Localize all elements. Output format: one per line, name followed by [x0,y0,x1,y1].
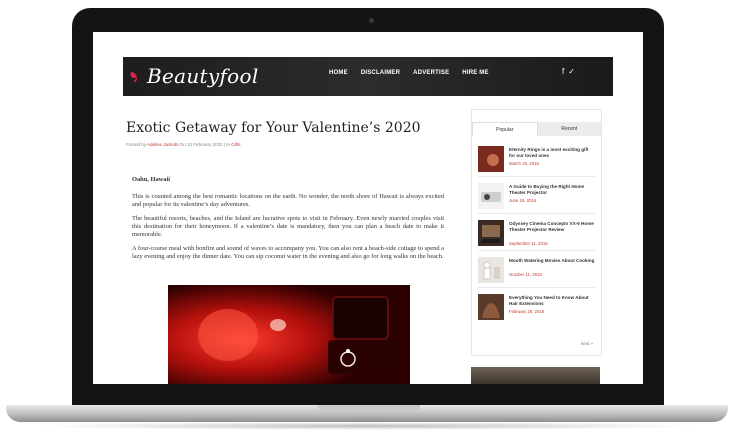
ring-box-image [168,285,410,384]
paragraph: The beautiful resorts, beaches, and the … [132,215,444,238]
webcam [369,18,374,23]
list-item[interactable]: Eternity Rings is a most exciting gift f… [478,144,596,177]
facebook-icon[interactable]: f [562,67,564,76]
tab-popular[interactable]: Popular [472,122,538,136]
browser-screen: Beautyfool HOME DISCLAIMER ADVERTISE HIR… [93,32,643,384]
meta-prefix: Posted by [126,142,148,147]
post-date: March 19, 2016 [509,161,539,166]
list-item[interactable]: Everything You Need to Know About Hair E… [478,292,596,324]
post-thumbnail [478,183,504,209]
nav-home[interactable]: HOME [329,70,348,76]
article-title: Exotic Getaway for Your Valentine’s 2020 [126,120,421,136]
post-thumbnail [478,257,504,283]
butterfly-logo-icon [130,72,137,83]
post-date: October 11, 2016 [509,272,542,277]
post-title[interactable]: Mouth Watering Movies About Cooking [509,258,595,264]
post-title[interactable]: Eternity Rings is a most exciting gift f… [509,147,595,159]
article-meta: Posted by Adeline Jackobi On 10 February… [126,142,450,147]
article-body: Oahu, Hawaii This is counted among the b… [132,176,444,267]
twitter-icon[interactable]: ✓ [568,67,575,76]
laptop-notch [318,405,420,412]
list-item[interactable]: Odyssey Cinema Concepts VX-9 Home Theate… [478,218,596,251]
article-header: Exotic Getaway for Your Valentine’s 2020… [126,120,450,147]
meta-author[interactable]: Adeline Jackobi [147,142,179,147]
post-date: September 11, 2016 [509,241,548,246]
section-heading: Oahu, Hawaii [132,176,170,183]
post-title[interactable]: Odyssey Cinema Concepts VX-9 Home Theate… [509,221,595,233]
next-link[interactable]: next » [581,341,593,346]
nav-hire-me[interactable]: HIRE ME [462,70,488,76]
sidebar-tabs: Popular Recent [472,122,601,136]
post-title[interactable]: Everything You Need to Know About Hair E… [509,295,595,307]
paragraph: This is counted among the best romantic … [132,193,444,208]
list-item[interactable]: Mouth Watering Movies About Cooking Octo… [478,255,596,288]
meta-category[interactable]: Gifts [231,142,240,147]
logo-text: Beautyfool [147,64,259,88]
post-thumbnail [478,294,504,320]
list-item[interactable]: A Guide to Buying the Right Home Theater… [478,181,596,214]
post-date: February 26, 2016 [509,309,545,314]
site-header: Beautyfool HOME DISCLAIMER ADVERTISE HIR… [123,57,613,96]
sidebar-banner-image[interactable] [471,367,600,384]
post-title[interactable]: A Guide to Buying the Right Home Theater… [509,184,595,196]
sidebar-widget: Popular Recent Eternity Rings is a most … [471,109,602,356]
site-logo[interactable]: Beautyfool [129,62,259,90]
post-date: June 18, 2016 [509,198,537,203]
paragraph: A four-course meal with bonfire and soun… [132,245,444,260]
nav-disclaimer[interactable]: DISCLAIMER [361,70,400,76]
meta-date: On 10 February 2020 | In [178,142,232,147]
laptop-shadow [30,422,704,430]
main-nav: HOME DISCLAIMER ADVERTISE HIRE ME [329,70,489,76]
tab-recent[interactable]: Recent [537,122,601,136]
post-thumbnail [478,146,504,172]
post-thumbnail [478,220,504,246]
nav-advertise[interactable]: ADVERTISE [413,70,449,76]
social-links: f ✓ [562,67,575,76]
